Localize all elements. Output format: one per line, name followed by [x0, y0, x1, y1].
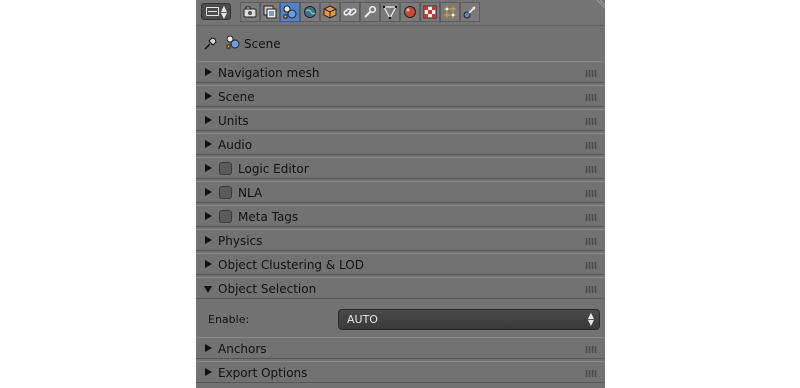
- meta-tags-checkbox[interactable]: [219, 210, 232, 223]
- drag-grip-icon[interactable]: [585, 70, 597, 77]
- wrench-icon: [364, 5, 377, 18]
- camera-icon: [243, 6, 257, 18]
- panel-nla[interactable]: NLA: [196, 181, 605, 203]
- render-layers-icon: [263, 5, 277, 19]
- object-cube-icon: [323, 5, 337, 19]
- panel-title: Audio: [218, 138, 253, 152]
- panel-title: Units: [218, 114, 249, 128]
- render-tab[interactable]: [240, 2, 260, 22]
- panel-object-clustering-lod[interactable]: Object Clustering & LOD: [196, 253, 605, 275]
- drag-grip-icon[interactable]: [585, 94, 597, 101]
- panel-scene[interactable]: Scene: [196, 85, 605, 107]
- disclosure-triangle-icon: [205, 236, 212, 244]
- panel-title: Scene: [218, 90, 255, 104]
- editor-type-menu[interactable]: ▲ ▼: [201, 3, 231, 20]
- drag-grip-icon[interactable]: [585, 262, 597, 269]
- disclosure-triangle-icon: [205, 92, 212, 100]
- panel-anchors[interactable]: Anchors: [196, 337, 605, 359]
- scene-tab[interactable]: [280, 2, 300, 22]
- panel-object-selection[interactable]: Object Selection: [196, 277, 605, 299]
- panel-export-options[interactable]: Export Options: [196, 361, 605, 383]
- modifiers-tab[interactable]: [360, 2, 380, 22]
- properties-editor-icon: [206, 7, 219, 16]
- object-tab[interactable]: [320, 2, 340, 22]
- texture-tab[interactable]: [420, 2, 440, 22]
- panel-meta-tags[interactable]: Meta Tags: [196, 205, 605, 227]
- particles-tab[interactable]: [440, 2, 460, 22]
- physics-icon: [463, 6, 476, 19]
- enable-label: Enable:: [208, 313, 250, 326]
- data-tab[interactable]: [380, 2, 400, 22]
- physics-tab[interactable]: [460, 2, 480, 22]
- chevron-updown-icon: ▲ ▼: [220, 4, 227, 20]
- panel-title: Logic Editor: [238, 162, 309, 176]
- disclosure-triangle-icon: [205, 68, 212, 76]
- drag-grip-icon[interactable]: [585, 286, 597, 293]
- drag-grip-icon[interactable]: [585, 370, 597, 377]
- properties-editor: ▲ ▼ Scene Navigation mesh Scene Units Au…: [196, 0, 605, 388]
- properties-header: ▲ ▼: [196, 0, 605, 26]
- disclosure-triangle-icon: [205, 164, 212, 172]
- object-selection-body: Enable: AUTO ▲ ▼: [196, 300, 605, 338]
- drag-grip-icon[interactable]: [585, 118, 597, 125]
- context-scene-label: Scene: [244, 37, 281, 51]
- panel-logic-editor[interactable]: Logic Editor: [196, 157, 605, 179]
- drag-grip-icon[interactable]: [585, 142, 597, 149]
- texture-checker-icon: [423, 5, 437, 19]
- panel-audio[interactable]: Audio: [196, 133, 605, 155]
- chevron-updown-icon: ▲ ▼: [587, 311, 594, 327]
- disclosure-triangle-open-icon: [204, 286, 212, 293]
- drag-grip-icon[interactable]: [585, 214, 597, 221]
- pin-icon[interactable]: [203, 35, 219, 51]
- world-tab[interactable]: [300, 2, 320, 22]
- panel-navigation-mesh[interactable]: Navigation mesh: [196, 61, 605, 83]
- panel-title: NLA: [238, 186, 263, 200]
- disclosure-triangle-icon: [205, 368, 212, 376]
- constraint-link-icon: [343, 8, 357, 16]
- disclosure-triangle-icon: [205, 260, 212, 268]
- context-tabs: [240, 2, 480, 22]
- panel-title: Meta Tags: [238, 210, 299, 224]
- constraints-tab[interactable]: [340, 2, 360, 22]
- enable-dropdown-value: AUTO: [347, 313, 378, 326]
- disclosure-triangle-icon: [205, 344, 212, 352]
- disclosure-triangle-icon: [205, 212, 212, 220]
- panel-units[interactable]: Units: [196, 109, 605, 131]
- disclosure-triangle-icon: [205, 188, 212, 196]
- mesh-data-icon: [383, 5, 397, 19]
- panel-title: Anchors: [218, 342, 267, 356]
- particles-icon: [444, 6, 456, 18]
- drag-grip-icon[interactable]: [585, 190, 597, 197]
- logic-editor-checkbox[interactable]: [219, 162, 232, 175]
- panel-physics[interactable]: Physics: [196, 229, 605, 251]
- area-corner-handle-icon[interactable]: [595, 0, 605, 10]
- disclosure-triangle-icon: [205, 116, 212, 124]
- world-icon: [304, 6, 316, 18]
- drag-grip-icon[interactable]: [585, 346, 597, 353]
- drag-grip-icon[interactable]: [585, 238, 597, 245]
- render-layers-tab[interactable]: [260, 2, 280, 22]
- scene-icon: [226, 35, 240, 49]
- panel-title: Object Selection: [218, 282, 317, 296]
- context-path: Scene: [196, 27, 605, 59]
- drag-grip-icon[interactable]: [585, 166, 597, 173]
- panel-title: Navigation mesh: [218, 66, 320, 80]
- enable-dropdown[interactable]: AUTO ▲ ▼: [338, 309, 600, 330]
- panel-title: Physics: [218, 234, 263, 248]
- nla-checkbox[interactable]: [219, 186, 232, 199]
- scene-icon: [283, 5, 297, 19]
- panel-title: Object Clustering & LOD: [218, 258, 364, 272]
- disclosure-triangle-icon: [205, 140, 212, 148]
- material-tab[interactable]: [400, 2, 420, 22]
- material-sphere-icon: [404, 6, 416, 18]
- panel-title: Export Options: [218, 366, 308, 380]
